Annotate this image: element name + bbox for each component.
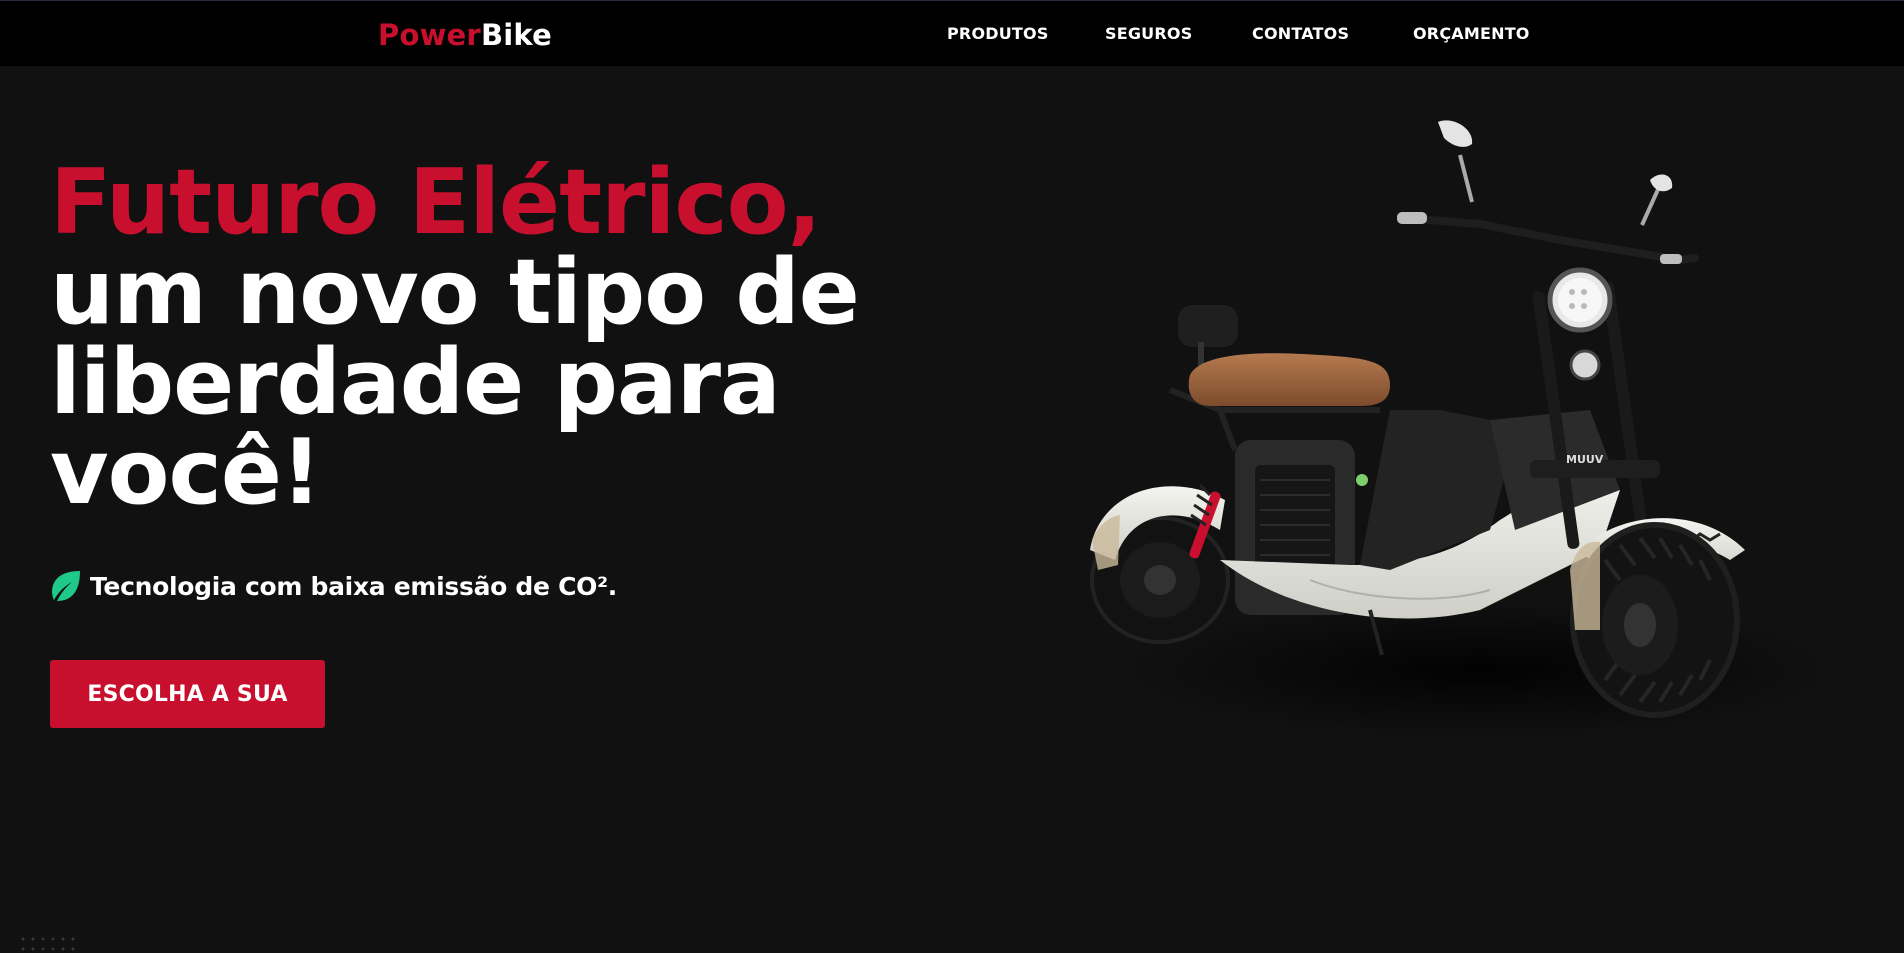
eco-tagline: Tecnologia com baixa emissão de CO². — [50, 568, 617, 604]
scooter-image: MUUV — [1090, 120, 1820, 740]
site-header: PowerBike PRODUTOS SEGUROS CONTATOS ORÇA… — [0, 0, 1904, 66]
nav-seguros[interactable]: SEGUROS — [1105, 23, 1192, 45]
scooter-badge: MUUV — [1566, 453, 1604, 466]
hero-title: Futuro Elétrico, um novo tipo de liberda… — [50, 150, 860, 525]
hero-title-line-3: você! — [50, 420, 322, 525]
leaf-icon — [52, 571, 80, 601]
page: PowerBike PRODUTOS SEGUROS CONTATOS ORÇA… — [0, 0, 1904, 953]
choose-yours-button[interactable]: ESCOLHA A SUA — [50, 660, 325, 728]
hero-title-line-1: um novo tipo de — [50, 240, 860, 345]
decorative-dots — [18, 934, 78, 953]
eco-text: Tecnologia com baixa emissão de CO². — [90, 571, 617, 601]
main-nav: PRODUTOS SEGUROS CONTATOS ORÇAMENTO — [0, 23, 1904, 47]
nav-contatos[interactable]: CONTATOS — [1252, 23, 1349, 45]
hero-title-line-2: liberdade para — [50, 330, 781, 435]
nav-produtos[interactable]: PRODUTOS — [947, 23, 1049, 45]
nav-orcamento[interactable]: ORÇAMENTO — [1413, 23, 1530, 45]
hero-title-accent: Futuro Elétrico, — [50, 150, 822, 255]
